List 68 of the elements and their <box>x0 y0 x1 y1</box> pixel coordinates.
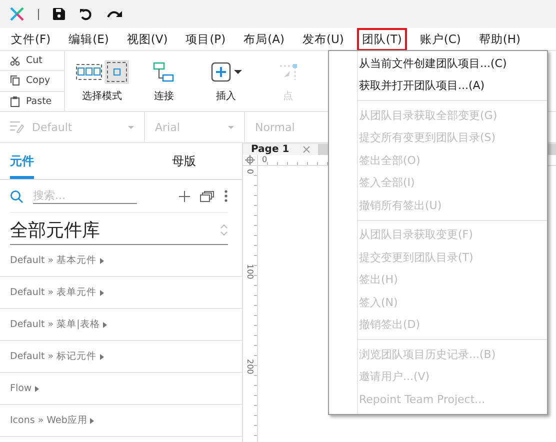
button-label: Copy <box>26 75 50 86</box>
menu-item[interactable]: 文件(F) <box>6 28 56 50</box>
section-label: Flow <box>10 383 32 394</box>
section-label: Default » 表单元件 <box>10 286 97 299</box>
panel-tab[interactable]: 元件 <box>10 144 34 178</box>
menu-item[interactable]: 项目(P) <box>180 28 231 50</box>
menu-item[interactable]: 团队(T) <box>356 28 407 50</box>
section-label: Icons » Web应用 <box>10 414 88 427</box>
search-icon <box>10 190 23 202</box>
plus-box-icon <box>210 62 230 82</box>
section-label: Default » 标记元件 <box>10 350 97 363</box>
point-icon <box>278 62 298 82</box>
paste-button[interactable]: Paste <box>0 92 64 111</box>
library-section[interactable]: Flow <box>0 373 242 405</box>
library-section[interactable]: Default » 表单元件 <box>0 277 242 309</box>
updown-chevron-icon <box>220 223 228 237</box>
button-label: Paste <box>26 96 52 107</box>
library-section[interactable]: Default » 菜单|表格 <box>0 309 242 341</box>
more-icon[interactable] <box>224 190 228 202</box>
menu-item[interactable]: 从当前文件创建团队项目...(C) <box>329 52 547 74</box>
tool-label[interactable]: 选择模式 <box>82 89 122 103</box>
expand-arrow-icon <box>90 418 94 424</box>
ruler-label: 100 <box>246 264 254 280</box>
app-logo-icon <box>10 7 24 21</box>
library-dropdown[interactable]: 全部元件库 <box>10 216 228 245</box>
add-icon[interactable] <box>179 190 190 202</box>
menu-item[interactable]: 发布(U) <box>297 28 349 50</box>
button-label: Cut <box>26 55 42 66</box>
undo-icon[interactable] <box>79 8 93 20</box>
section-label: Default » 菜单|表格 <box>10 318 100 331</box>
clipboard-icon <box>10 96 20 107</box>
library-section[interactable]: Default » 基本元件 <box>0 245 242 277</box>
expand-arrow-icon <box>100 290 104 296</box>
connector-icon <box>153 61 175 83</box>
caret-icon[interactable] <box>234 70 242 74</box>
crosshair-icon <box>245 155 255 165</box>
save-icon[interactable] <box>53 8 65 20</box>
redo-icon[interactable] <box>107 9 123 19</box>
ruler-label: 200 <box>246 359 254 374</box>
page-tab[interactable]: Page 1 <box>243 144 318 155</box>
menu-item[interactable]: 帮助(H) <box>474 28 526 50</box>
menu-item[interactable]: 视图(V) <box>122 28 173 50</box>
copy-icon <box>10 75 20 86</box>
menu-item[interactable]: 布局(A) <box>238 28 290 50</box>
expand-arrow-icon <box>102 322 107 328</box>
single-select-icon <box>104 60 128 84</box>
menu-item[interactable]: 编辑(E) <box>64 28 114 50</box>
copy-button[interactable]: Copy <box>0 71 64 92</box>
stacked-windows-icon[interactable] <box>200 190 214 202</box>
panel-tab[interactable]: 母版 <box>172 144 196 178</box>
tool-label[interactable]: 连接 <box>154 89 174 103</box>
ruler-label: 0 <box>262 155 268 164</box>
expand-arrow-icon <box>100 258 104 264</box>
expand-arrow-icon <box>34 386 39 392</box>
tool-label[interactable]: 插入 <box>216 89 236 103</box>
expand-arrow-icon <box>100 354 104 360</box>
library-section[interactable]: Icons » Web应用 <box>0 405 242 437</box>
section-label: Default » 基本元件 <box>10 254 97 267</box>
search-field[interactable]: 搜索... <box>33 188 137 204</box>
multi-select-icon <box>76 64 102 80</box>
menu-item[interactable]: 获取并打开团队项目...(A) <box>329 74 547 97</box>
ruler-label: 0 <box>246 169 254 174</box>
close-icon[interactable] <box>303 146 310 153</box>
menu-item[interactable]: 账户(C) <box>414 28 466 50</box>
paragraph-style-icon <box>10 121 24 133</box>
scissors-icon <box>10 56 20 66</box>
cut-button[interactable]: Cut <box>0 51 64 72</box>
library-section[interactable]: Default » 标记元件 <box>0 341 242 373</box>
